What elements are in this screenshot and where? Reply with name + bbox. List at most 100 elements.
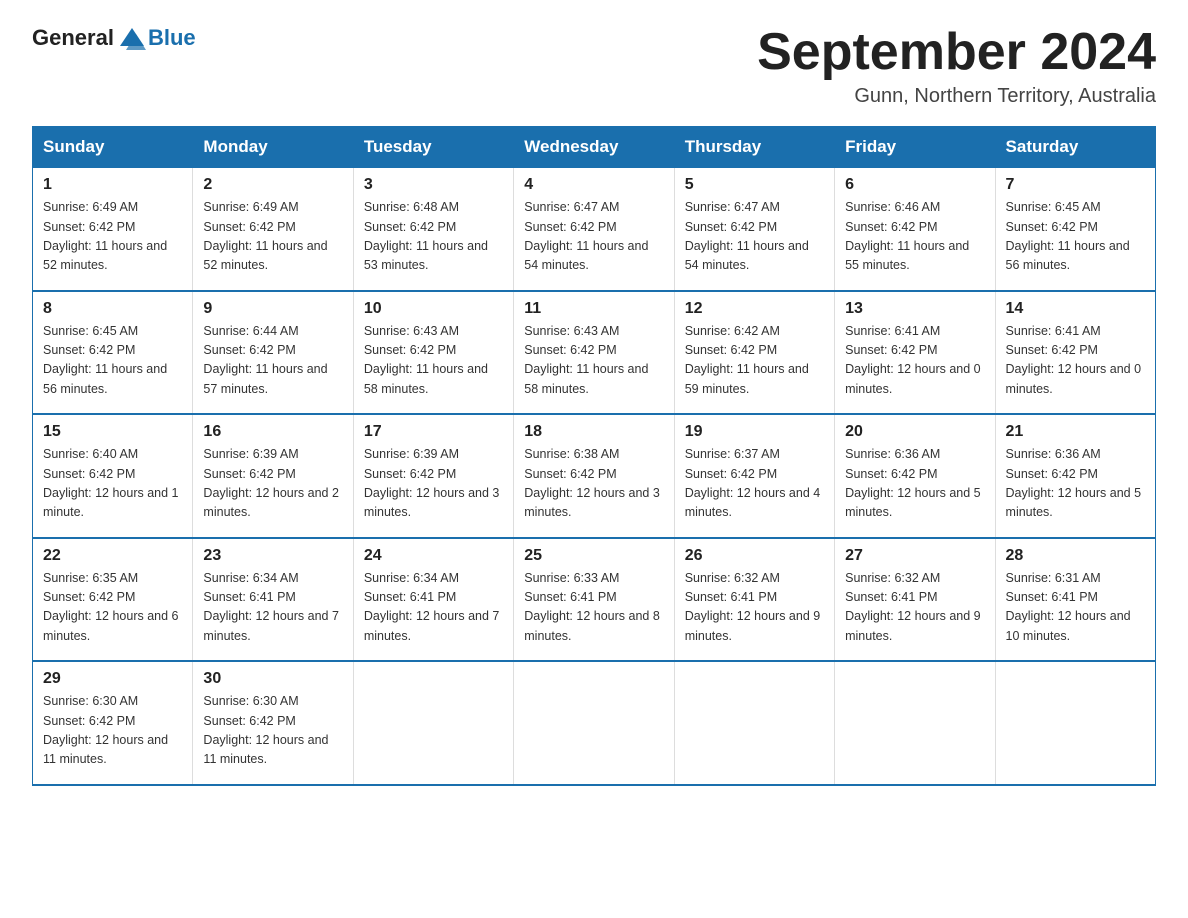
day-number: 28 [1006, 547, 1145, 565]
calendar-cell: 14Sunrise: 6:41 AMSunset: 6:42 PMDayligh… [995, 291, 1155, 415]
calendar-week-row: 8 Sunrise: 6:45 AMSunset: 6:42 PMDaylight… [33, 291, 1156, 415]
day-number: 30 [203, 670, 342, 688]
day-number: 10 [364, 300, 503, 318]
day-info: Sunrise: 6:38 AMSunset: 6:42 PMDaylight:… [524, 445, 663, 523]
day-info: Sunrise: 6:47 AMSunset: 6:42 PMDaylight:… [685, 198, 824, 276]
calendar-cell: 30 Sunrise: 6:30 AMSunset: 6:42 PMDayligh… [193, 661, 353, 785]
calendar-cell: 5 Sunrise: 6:47 AMSunset: 6:42 PMDaylight… [674, 168, 834, 291]
calendar-cell: 18 Sunrise: 6:38 AMSunset: 6:42 PMDayligh… [514, 414, 674, 538]
day-info: Sunrise: 6:47 AMSunset: 6:42 PMDaylight:… [524, 198, 663, 276]
day-info: Sunrise: 6:32 AMSunset: 6:41 PMDaylight:… [685, 569, 824, 647]
day-number: 16 [203, 423, 342, 441]
calendar-cell: 28 Sunrise: 6:31 AMSunset: 6:41 PMDayligh… [995, 538, 1155, 662]
calendar-cell: 2 Sunrise: 6:49 AMSunset: 6:42 PMDaylight… [193, 168, 353, 291]
day-number: 3 [364, 176, 503, 194]
calendar-cell [674, 661, 834, 785]
day-info: Sunrise: 6:32 AMSunset: 6:41 PMDaylight:… [845, 569, 984, 647]
weekday-header-thursday: Thursday [674, 127, 834, 168]
calendar-cell: 27 Sunrise: 6:32 AMSunset: 6:41 PMDayligh… [835, 538, 995, 662]
day-info: Sunrise: 6:46 AMSunset: 6:42 PMDaylight:… [845, 198, 984, 276]
calendar-week-row: 1 Sunrise: 6:49 AMSunset: 6:42 PMDaylight… [33, 168, 1156, 291]
day-info: Sunrise: 6:44 AMSunset: 6:42 PMDaylight:… [203, 322, 342, 400]
day-info: Sunrise: 6:33 AMSunset: 6:41 PMDaylight:… [524, 569, 663, 647]
calendar-cell: 17Sunrise: 6:39 AMSunset: 6:42 PMDayligh… [353, 414, 513, 538]
day-info: Sunrise: 6:34 AMSunset: 6:41 PMDaylight:… [364, 569, 503, 647]
day-number: 2 [203, 176, 342, 194]
calendar-cell: 15 Sunrise: 6:40 AMSunset: 6:42 PMDayligh… [33, 414, 193, 538]
calendar-cell: 16 Sunrise: 6:39 AMSunset: 6:42 PMDayligh… [193, 414, 353, 538]
title-block: September 2024 Gunn, Northern Territory,… [757, 24, 1156, 108]
day-info: Sunrise: 6:49 AMSunset: 6:42 PMDaylight:… [203, 198, 342, 276]
weekday-header-saturday: Saturday [995, 127, 1155, 168]
calendar-cell: 8 Sunrise: 6:45 AMSunset: 6:42 PMDaylight… [33, 291, 193, 415]
month-title: September 2024 [757, 24, 1156, 81]
calendar-cell [995, 661, 1155, 785]
calendar-cell: 3 Sunrise: 6:48 AMSunset: 6:42 PMDaylight… [353, 168, 513, 291]
day-info: Sunrise: 6:41 AMSunset: 6:42 PMDaylight:… [845, 322, 984, 400]
day-info: Sunrise: 6:43 AMSunset: 6:42 PMDaylight:… [364, 322, 503, 400]
calendar-cell: 9 Sunrise: 6:44 AMSunset: 6:42 PMDaylight… [193, 291, 353, 415]
day-number: 8 [43, 300, 182, 318]
day-number: 6 [845, 176, 984, 194]
calendar-cell: 19Sunrise: 6:37 AMSunset: 6:42 PMDayligh… [674, 414, 834, 538]
calendar-cell [514, 661, 674, 785]
day-number: 7 [1006, 176, 1145, 194]
day-number: 22 [43, 547, 182, 565]
day-number: 27 [845, 547, 984, 565]
calendar-cell: 20 Sunrise: 6:36 AMSunset: 6:42 PMDayligh… [835, 414, 995, 538]
day-number: 4 [524, 176, 663, 194]
day-info: Sunrise: 6:34 AMSunset: 6:41 PMDaylight:… [203, 569, 342, 647]
day-number: 13 [845, 300, 984, 318]
day-number: 1 [43, 176, 182, 194]
location-subtitle: Gunn, Northern Territory, Australia [757, 85, 1156, 108]
calendar-cell: 29 Sunrise: 6:30 AMSunset: 6:42 PMDayligh… [33, 661, 193, 785]
weekday-header-monday: Monday [193, 127, 353, 168]
day-number: 26 [685, 547, 824, 565]
calendar-cell: 10 Sunrise: 6:43 AMSunset: 6:42 PMDayligh… [353, 291, 513, 415]
day-info: Sunrise: 6:31 AMSunset: 6:41 PMDaylight:… [1006, 569, 1145, 647]
day-info: Sunrise: 6:30 AMSunset: 6:42 PMDaylight:… [203, 692, 342, 770]
day-info: Sunrise: 6:36 AMSunset: 6:42 PMDaylight:… [845, 445, 984, 523]
day-info: Sunrise: 6:35 AMSunset: 6:42 PMDaylight:… [43, 569, 182, 647]
calendar-cell: 24 Sunrise: 6:34 AMSunset: 6:41 PMDayligh… [353, 538, 513, 662]
day-number: 21 [1006, 423, 1145, 441]
day-number: 25 [524, 547, 663, 565]
calendar-cell: 1 Sunrise: 6:49 AMSunset: 6:42 PMDaylight… [33, 168, 193, 291]
weekday-header-sunday: Sunday [33, 127, 193, 168]
day-info: Sunrise: 6:39 AMSunset: 6:42 PMDaylight:… [364, 445, 503, 523]
weekday-header-wednesday: Wednesday [514, 127, 674, 168]
calendar-cell: 23 Sunrise: 6:34 AMSunset: 6:41 PMDayligh… [193, 538, 353, 662]
day-number: 20 [845, 423, 984, 441]
calendar-cell: 13 Sunrise: 6:41 AMSunset: 6:42 PMDayligh… [835, 291, 995, 415]
calendar-table: SundayMondayTuesdayWednesdayThursdayFrid… [32, 126, 1156, 786]
day-number: 5 [685, 176, 824, 194]
day-info: Sunrise: 6:49 AMSunset: 6:42 PMDaylight:… [43, 198, 182, 276]
day-number: 15 [43, 423, 182, 441]
calendar-week-row: 29 Sunrise: 6:30 AMSunset: 6:42 PMDayligh… [33, 661, 1156, 785]
logo: General Blue [32, 24, 196, 52]
weekday-header-row: SundayMondayTuesdayWednesdayThursdayFrid… [33, 127, 1156, 168]
logo-icon [118, 24, 146, 52]
calendar-cell: 11Sunrise: 6:43 AMSunset: 6:42 PMDayligh… [514, 291, 674, 415]
day-number: 29 [43, 670, 182, 688]
day-info: Sunrise: 6:40 AMSunset: 6:42 PMDaylight:… [43, 445, 182, 523]
day-number: 18 [524, 423, 663, 441]
page-header: General Blue September 2024 Gunn, Northe… [32, 24, 1156, 108]
day-number: 24 [364, 547, 503, 565]
day-number: 9 [203, 300, 342, 318]
day-number: 12 [685, 300, 824, 318]
calendar-cell: 12Sunrise: 6:42 AMSunset: 6:42 PMDayligh… [674, 291, 834, 415]
day-number: 19 [685, 423, 824, 441]
calendar-cell [835, 661, 995, 785]
day-info: Sunrise: 6:45 AMSunset: 6:42 PMDaylight:… [43, 322, 182, 400]
day-info: Sunrise: 6:43 AMSunset: 6:42 PMDaylight:… [524, 322, 663, 400]
day-info: Sunrise: 6:39 AMSunset: 6:42 PMDaylight:… [203, 445, 342, 523]
day-number: 23 [203, 547, 342, 565]
day-info: Sunrise: 6:48 AMSunset: 6:42 PMDaylight:… [364, 198, 503, 276]
calendar-week-row: 22 Sunrise: 6:35 AMSunset: 6:42 PMDayligh… [33, 538, 1156, 662]
calendar-cell: 22 Sunrise: 6:35 AMSunset: 6:42 PMDayligh… [33, 538, 193, 662]
weekday-header-friday: Friday [835, 127, 995, 168]
weekday-header-tuesday: Tuesday [353, 127, 513, 168]
day-info: Sunrise: 6:30 AMSunset: 6:42 PMDaylight:… [43, 692, 182, 770]
calendar-cell: 4 Sunrise: 6:47 AMSunset: 6:42 PMDaylight… [514, 168, 674, 291]
